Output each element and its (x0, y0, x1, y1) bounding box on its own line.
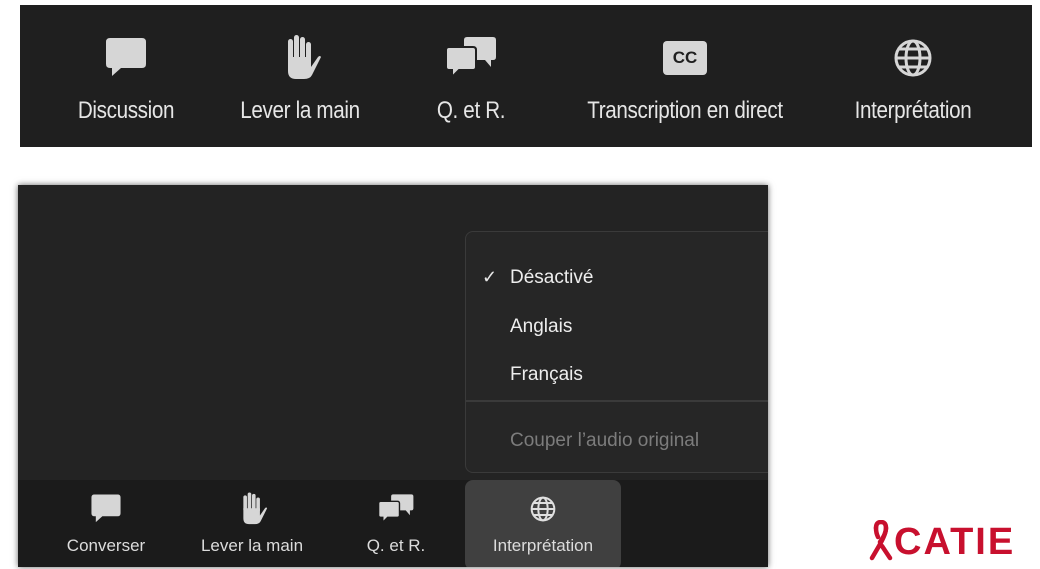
top-toolbar: Discussion Lever la main Q. et R. CC Tra… (20, 5, 1032, 147)
qa-icon (441, 28, 501, 88)
chat-icon (86, 493, 126, 525)
catie-logo: CATIE (868, 519, 1028, 564)
menu-item-english[interactable]: Anglais (466, 306, 768, 346)
interpretation-label: Interprétation (854, 97, 972, 124)
converse-button[interactable]: Converser (48, 480, 164, 567)
raise-hand-icon (232, 492, 272, 525)
menu-divider (466, 400, 768, 402)
logo-text: CATIE (894, 521, 1016, 563)
raise-hand-button[interactable]: Lever la main (230, 5, 370, 147)
qa-button[interactable]: Q. et R. (352, 480, 440, 567)
interpretation-menu: ✓ Désactivé Anglais Français Couper l’au… (465, 231, 768, 473)
raise-hand-icon (270, 28, 330, 88)
interpretation-button[interactable]: Interprétation (465, 480, 621, 567)
menu-item-label: Français (510, 364, 583, 385)
cc-icon: CC (655, 28, 715, 88)
menu-item-label: Anglais (510, 316, 573, 337)
bottom-toolbar: Converser Lever la main Q. et R. Interpr… (18, 480, 768, 567)
menu-item-label: Désactivé (510, 267, 594, 288)
chat-icon (96, 28, 156, 88)
raise-hand-label: Lever la main (200, 536, 304, 555)
menu-item-label: Couper l’audio original (510, 430, 700, 451)
converse-label: Converser (66, 536, 146, 555)
qa-label: Q. et R. (366, 536, 426, 555)
discussion-button[interactable]: Discussion (70, 5, 182, 147)
menu-item-disabled[interactable]: ✓ Désactivé (466, 257, 768, 297)
qa-icon (376, 493, 416, 525)
menu-item-french[interactable]: Français (466, 354, 768, 394)
discussion-label: Discussion (77, 97, 175, 124)
interpretation-button[interactable]: Interprétation (838, 5, 988, 147)
cc-icon-text: CC (672, 48, 698, 67)
menu-item-mute-original: Couper l’audio original (466, 420, 768, 460)
ribbon-icon (869, 519, 893, 561)
live-transcript-label: Transcription en direct (587, 97, 783, 124)
live-transcript-button[interactable]: CC Transcription en direct (565, 5, 805, 147)
raise-hand-button[interactable]: Lever la main (182, 480, 322, 567)
qa-button[interactable]: Q. et R. (428, 5, 513, 147)
globe-icon (883, 28, 943, 88)
interpretation-label: Interprétation (492, 536, 594, 555)
check-icon: ✓ (482, 267, 498, 287)
globe-icon (523, 493, 563, 525)
raise-hand-label: Lever la main (240, 97, 360, 124)
meeting-window: ✓ Désactivé Anglais Français Couper l’au… (18, 185, 768, 567)
qa-label: Q. et R. (436, 97, 505, 124)
